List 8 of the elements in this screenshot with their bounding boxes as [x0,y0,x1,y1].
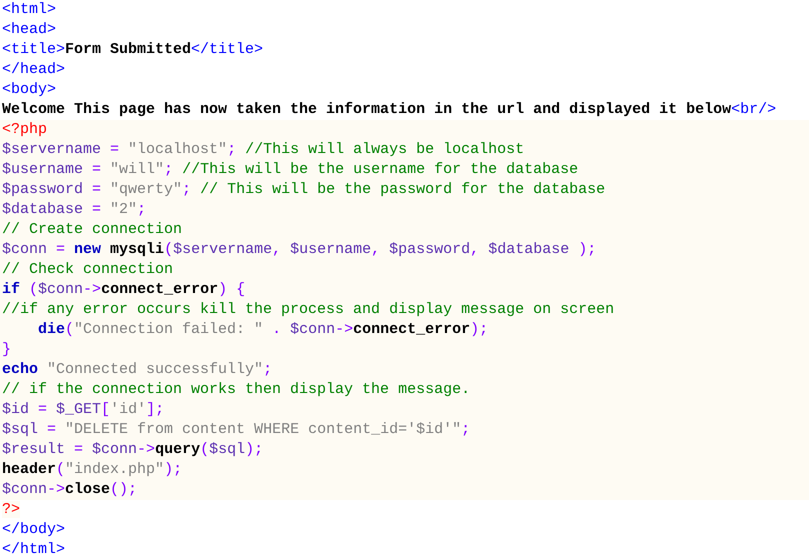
code-line: <head> [1,20,56,40]
code-line: Welcome This page has now taken the information in the url and displayed it below<br/> [1,100,776,120]
code-line: </body> [1,520,66,540]
code-line: </html> [1,540,66,557]
code-line: <title>Form Submitted</title> [1,40,264,60]
code-line: <body> [1,80,56,100]
code-line: <html> [1,0,56,20]
code-line: </head> [1,60,66,80]
